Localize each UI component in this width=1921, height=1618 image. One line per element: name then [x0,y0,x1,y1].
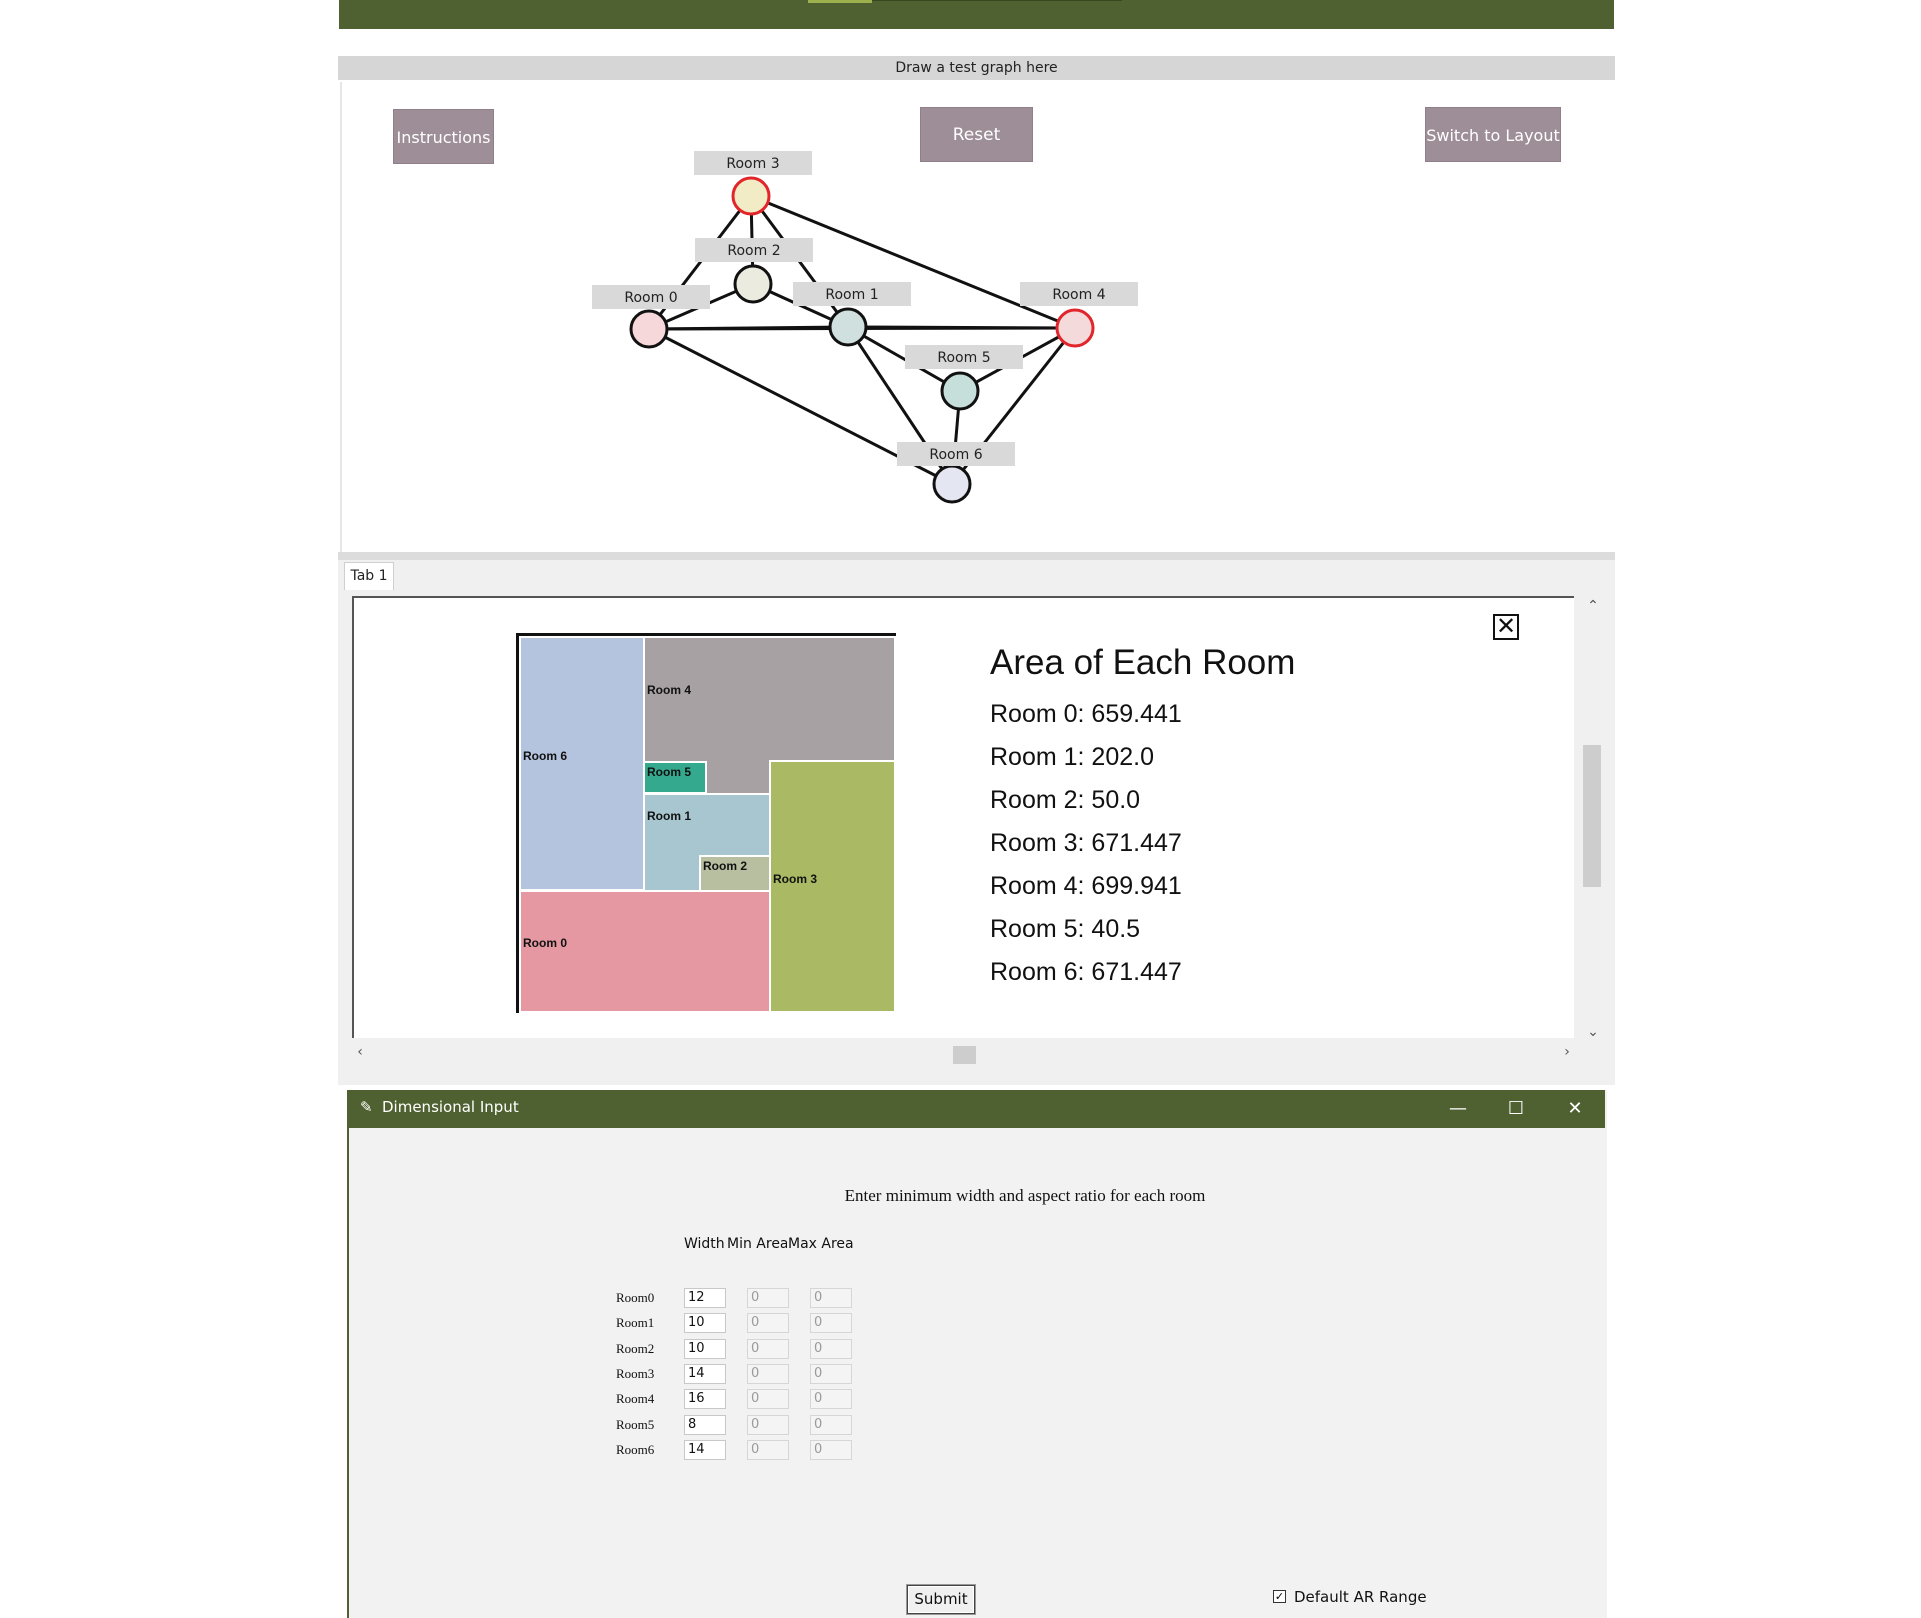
row-label: Room2 [616,1341,655,1356]
max-area-field: 0 [810,1288,852,1308]
area-room-4: Room 4: 699.941 [990,872,1182,900]
graph-node-label: Room 4 [1052,287,1105,303]
area-room-2: Room 2: 50.0 [990,786,1141,814]
scroll-right-icon[interactable]: › [1557,1044,1577,1060]
max-area-field: 0 [810,1440,852,1460]
floorplan-room-3: Room 3 [769,760,896,1013]
min-area-field: 0 [747,1288,789,1308]
room-label: Room 2 [703,859,748,873]
tab-1[interactable]: Tab 1 [344,562,394,591]
area-room-0: Room 0: 659.441 [990,700,1182,728]
feather-icon: ✎ [360,1098,373,1116]
graph-node[interactable] [932,464,972,504]
graph-node-label: Room 2 [727,243,780,259]
room-label: Room 4 [647,683,692,697]
area-room-3: Room 3: 671.447 [990,829,1182,857]
graph-node[interactable] [733,264,773,304]
graph-edge[interactable] [847,325,1076,330]
top-window-bar [339,0,1614,29]
width-field[interactable]: 16 [684,1389,726,1409]
min-area-field: 0 [747,1339,789,1359]
width-field[interactable]: 14 [684,1440,726,1460]
column-header-min-area: Min Area [727,1236,787,1252]
room-label: Room 0 [523,936,568,950]
max-area-field: 0 [810,1389,852,1409]
room-label: Room 1 [647,809,692,823]
max-area-field: 0 [810,1364,852,1384]
min-area-field: 0 [747,1313,789,1333]
dialog-heading: Enter minimum width and aspect ratio for… [844,1186,1206,1205]
min-area-field: 0 [747,1389,789,1409]
max-area-field: 0 [810,1339,852,1359]
row-label: Room4 [616,1391,655,1406]
min-area-field: 0 [747,1415,789,1435]
dialog-title: Dimensional Input [382,1098,519,1116]
vertical-scroll-thumb[interactable] [1583,745,1601,887]
max-area-field: 0 [810,1313,852,1333]
width-field[interactable]: 10 [684,1313,726,1333]
minimize-icon[interactable]: — [1438,1094,1478,1124]
row-label: Room1 [616,1315,655,1330]
maximize-icon[interactable]: ☐ [1496,1094,1536,1124]
instructions-button[interactable]: Instructions [393,109,494,164]
dialog-title-bar [347,1090,1605,1128]
row-label: Room5 [616,1417,655,1432]
room-label: Room 6 [523,749,568,763]
close-window-icon[interactable]: ✕ [1555,1094,1595,1124]
graph-node-label: Room 5 [937,350,990,366]
room-label: Room 3 [773,872,818,886]
graph-panel-title: Draw a test graph here [338,56,1615,80]
area-room-5: Room 5: 40.5 [990,915,1141,943]
floorplan-room-2: Room 2 [699,855,771,892]
floorplan-room-5: Room 5 [643,761,707,794]
graph-node-label: Room 1 [825,287,878,303]
graph-node[interactable] [731,176,771,216]
row-label: Room3 [616,1366,655,1381]
max-area-field: 0 [810,1415,852,1435]
graph-node[interactable] [1055,308,1095,348]
dimensional-input-dialog [347,1090,1607,1618]
close-icon[interactable]: ✕ [1493,614,1519,640]
top-bar-highlight [808,0,872,3]
room-label: Room 5 [647,765,692,779]
min-area-field: 0 [747,1364,789,1384]
graph-node[interactable] [940,371,980,411]
graph-node[interactable] [629,309,669,349]
scroll-down-icon[interactable]: ⌄ [1583,1024,1603,1040]
column-header-width: Width [684,1236,725,1252]
floorplan-room-6: Room 6 [519,636,645,891]
floorplan-room-0: Room 0 [519,890,771,1013]
area-room-1: Room 1: 202.0 [990,743,1154,771]
width-field[interactable]: 8 [684,1415,726,1435]
width-field[interactable]: 14 [684,1364,726,1384]
panel-divider [338,552,1615,560]
row-label: Room0 [616,1290,655,1305]
floor-plan: Room 6 Room 4 Room 5 Room 1 Room 2 Room … [516,633,896,1013]
graph-node-label: Room 0 [624,290,677,306]
scroll-up-icon[interactable]: ⌃ [1583,598,1603,614]
area-room-6: Room 6: 671.447 [990,958,1182,986]
areas-title: Area of Each Room [990,643,1296,682]
width-field[interactable]: 12 [684,1288,726,1308]
horizontal-scroll-thumb[interactable] [953,1046,976,1064]
reset-button[interactable]: Reset [920,107,1033,162]
column-header-max-area: Max Area [788,1236,854,1252]
min-area-field: 0 [747,1440,789,1460]
graph-edge[interactable] [647,195,753,330]
tab-strip [338,560,1615,590]
switch-to-layout-button[interactable]: Switch to Layout [1425,107,1561,162]
default-ar-label: Default AR Range [1294,1588,1427,1606]
submit-button[interactable]: Submit [907,1585,975,1614]
graph-node[interactable] [828,307,868,347]
graph-node-label: Room 3 [726,156,779,172]
scroll-left-icon[interactable]: ‹ [350,1044,370,1060]
top-bar-line [872,0,1122,1]
row-label: Room6 [616,1442,655,1457]
width-field[interactable]: 10 [684,1339,726,1359]
graph-node-label: Room 6 [929,447,982,463]
default-ar-checkbox[interactable]: ✓ [1273,1590,1286,1603]
